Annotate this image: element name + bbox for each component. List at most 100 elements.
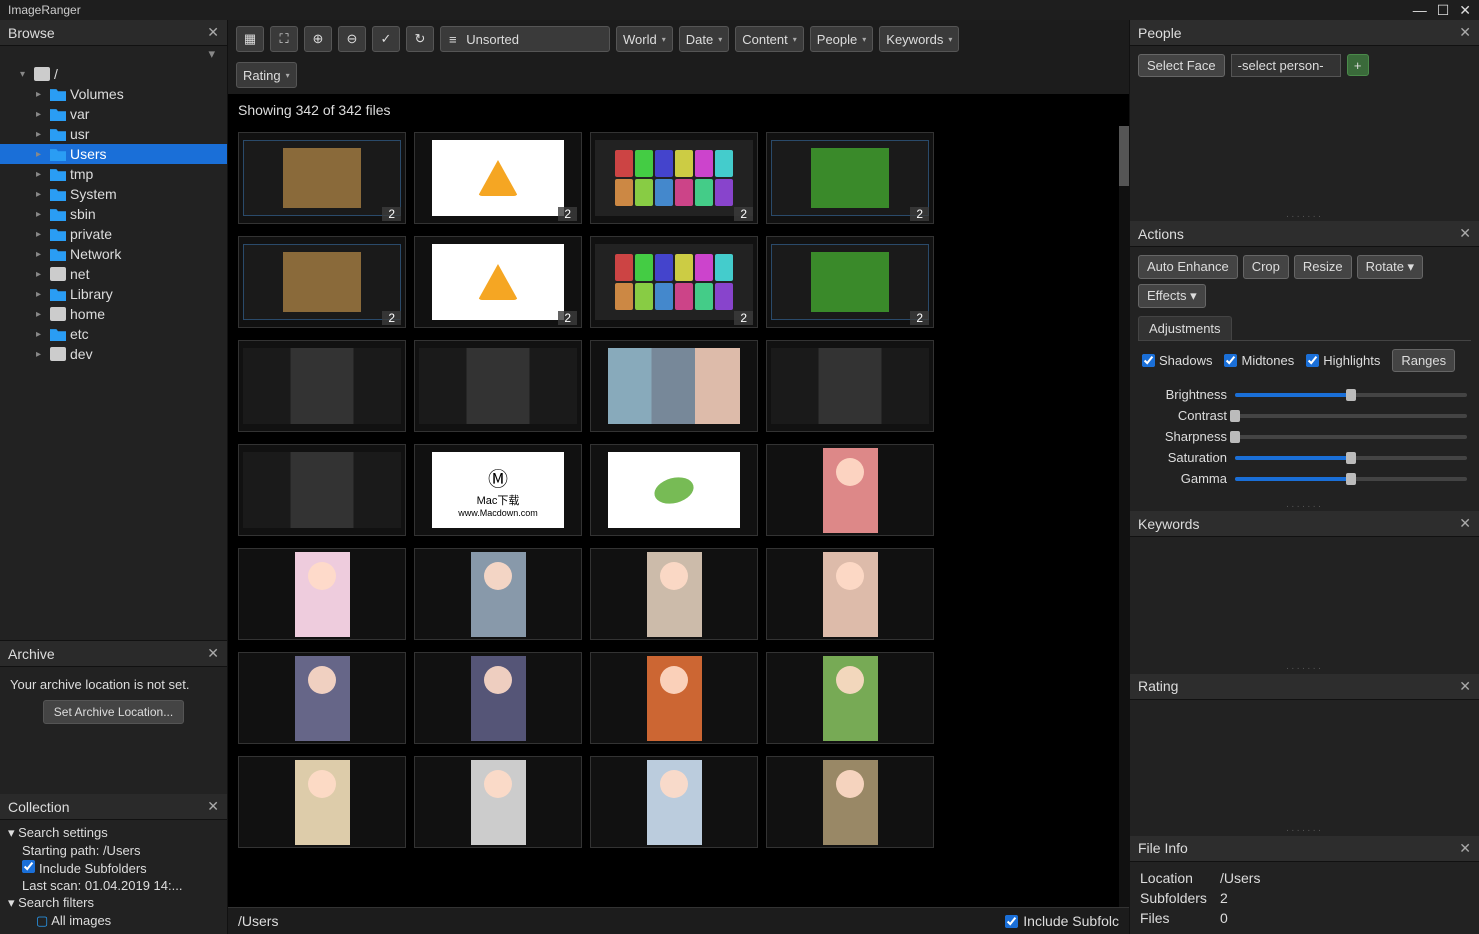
contrast-slider[interactable] bbox=[1235, 414, 1467, 418]
people-filter-dropdown[interactable]: People▾ bbox=[810, 26, 874, 52]
content-filter-dropdown[interactable]: Content▾ bbox=[735, 26, 804, 52]
tree-folder-network[interactable]: ▸ Network bbox=[0, 244, 227, 264]
thumbnail[interactable]: 2 bbox=[238, 236, 406, 328]
thumbnail[interactable] bbox=[766, 340, 934, 432]
rotate-button[interactable]: Rotate ▾ bbox=[1357, 255, 1423, 279]
thumbnail[interactable] bbox=[590, 340, 758, 432]
browse-close-icon[interactable]: ✕ bbox=[207, 24, 219, 41]
thumbnail[interactable]: 2 bbox=[238, 132, 406, 224]
add-person-button[interactable]: + bbox=[1347, 54, 1369, 76]
tree-folder-usr[interactable]: ▸ usr bbox=[0, 124, 227, 144]
close-button[interactable]: ✕ bbox=[1459, 2, 1471, 19]
brightness-slider[interactable] bbox=[1235, 393, 1467, 397]
tree-folder-etc[interactable]: ▸ etc bbox=[0, 324, 227, 344]
people-close-icon[interactable]: ✕ bbox=[1459, 24, 1471, 41]
thumbnail[interactable]: 2 bbox=[766, 132, 934, 224]
keywords-close-icon[interactable]: ✕ bbox=[1459, 515, 1471, 532]
thumbnail[interactable] bbox=[414, 756, 582, 848]
tree-folder-private[interactable]: ▸ private bbox=[0, 224, 227, 244]
tree-folder-sbin[interactable]: ▸ sbin bbox=[0, 204, 227, 224]
thumbnail[interactable] bbox=[766, 756, 934, 848]
thumbnail[interactable] bbox=[238, 652, 406, 744]
adjustments-tab[interactable]: Adjustments bbox=[1138, 316, 1232, 340]
thumbnail[interactable] bbox=[590, 444, 758, 536]
collection-close-icon[interactable]: ✕ bbox=[207, 798, 219, 815]
expand-button[interactable]: ⛶ bbox=[270, 26, 298, 52]
footer-include-subfolders[interactable]: Include Subfolc bbox=[1005, 913, 1119, 929]
midtones-check[interactable]: Midtones bbox=[1224, 353, 1294, 368]
scrollbar-thumb[interactable] bbox=[1119, 126, 1129, 186]
highlights-check[interactable]: Highlights bbox=[1306, 353, 1380, 368]
effects-button[interactable]: Effects ▾ bbox=[1138, 284, 1206, 308]
thumbnail[interactable] bbox=[766, 548, 934, 640]
all-images-row[interactable]: ▢ All images bbox=[8, 912, 219, 930]
include-subfolders-checkbox[interactable] bbox=[22, 860, 35, 873]
thumbnail[interactable] bbox=[590, 652, 758, 744]
tree-folder-net[interactable]: ▸ net bbox=[0, 264, 227, 284]
set-archive-button[interactable]: Set Archive Location... bbox=[43, 700, 184, 724]
vertical-scrollbar[interactable] bbox=[1119, 126, 1129, 907]
keywords-filter-dropdown[interactable]: Keywords▾ bbox=[879, 26, 959, 52]
check-button[interactable]: ✓ bbox=[372, 26, 400, 52]
thumbnail[interactable] bbox=[238, 340, 406, 432]
thumbnail[interactable] bbox=[590, 548, 758, 640]
drag-handle[interactable]: ······· bbox=[1130, 501, 1479, 511]
auto-enhance-button[interactable]: Auto Enhance bbox=[1138, 255, 1238, 279]
minimize-button[interactable]: — bbox=[1413, 2, 1427, 19]
footer-include-checkbox[interactable] bbox=[1005, 915, 1018, 928]
tree-folder-system[interactable]: ▸ System bbox=[0, 184, 227, 204]
thumbnail[interactable] bbox=[590, 756, 758, 848]
crop-button[interactable]: Crop bbox=[1243, 255, 1289, 279]
archive-close-icon[interactable]: ✕ bbox=[207, 645, 219, 662]
drag-handle[interactable]: ······· bbox=[1130, 211, 1479, 221]
thumbnail[interactable]: ⓂMac下载www.Macdown.com bbox=[414, 444, 582, 536]
thumbnail[interactable] bbox=[766, 652, 934, 744]
actions-close-icon[interactable]: ✕ bbox=[1459, 225, 1471, 242]
thumbnail[interactable]: 2 bbox=[766, 236, 934, 328]
tree-folder-users[interactable]: ▸ Users bbox=[0, 144, 227, 164]
search-filters-row[interactable]: ▾ Search filters bbox=[8, 894, 219, 912]
thumbnail[interactable] bbox=[238, 756, 406, 848]
gamma-slider[interactable] bbox=[1235, 477, 1467, 481]
tree-folder-var[interactable]: ▸ var bbox=[0, 104, 227, 124]
date-filter-dropdown[interactable]: Date▾ bbox=[679, 26, 729, 52]
grid-view-button[interactable]: ▦ bbox=[236, 26, 264, 52]
fileinfo-close-icon[interactable]: ✕ bbox=[1459, 840, 1471, 857]
drag-handle[interactable]: ······· bbox=[1130, 826, 1479, 836]
saturation-slider[interactable] bbox=[1235, 456, 1467, 460]
ranges-button[interactable]: Ranges bbox=[1392, 349, 1455, 372]
select-face-button[interactable]: Select Face bbox=[1138, 54, 1225, 77]
world-filter-dropdown[interactable]: World▾ bbox=[616, 26, 673, 52]
thumbnail[interactable] bbox=[766, 444, 934, 536]
zoom-in-button[interactable]: ⊕ bbox=[304, 26, 332, 52]
tree-root[interactable]: ▾ / bbox=[0, 64, 227, 84]
thumbnail[interactable] bbox=[414, 340, 582, 432]
thumbnail[interactable]: 2 bbox=[590, 236, 758, 328]
thumbnail[interactable] bbox=[238, 548, 406, 640]
tree-folder-volumes[interactable]: ▸ Volumes bbox=[0, 84, 227, 104]
search-settings-row[interactable]: ▾ Search settings bbox=[8, 824, 219, 842]
thumbnail[interactable]: 2 bbox=[590, 132, 758, 224]
tree-folder-dev[interactable]: ▸ dev bbox=[0, 344, 227, 364]
sharpness-slider[interactable] bbox=[1235, 435, 1467, 439]
thumbnail[interactable]: 2 bbox=[414, 236, 582, 328]
include-subfolders-row[interactable]: Include Subfolders bbox=[8, 859, 219, 877]
thumbnail[interactable] bbox=[238, 444, 406, 536]
tree-folder-library[interactable]: ▸ Library bbox=[0, 284, 227, 304]
tree-folder-tmp[interactable]: ▸ tmp bbox=[0, 164, 227, 184]
refresh-button[interactable]: ↻ bbox=[406, 26, 434, 52]
browse-dropdown-handle[interactable]: ▾ bbox=[0, 46, 227, 60]
thumbnail[interactable] bbox=[414, 652, 582, 744]
sort-dropdown[interactable]: ≡ Unsorted bbox=[440, 26, 610, 52]
tree-folder-home[interactable]: ▸ home bbox=[0, 304, 227, 324]
thumbnail[interactable]: 2 bbox=[414, 132, 582, 224]
maximize-button[interactable]: ☐ bbox=[1437, 2, 1450, 19]
zoom-out-button[interactable]: ⊖ bbox=[338, 26, 366, 52]
thumbnail[interactable] bbox=[414, 548, 582, 640]
drag-handle[interactable]: ······· bbox=[1130, 664, 1479, 674]
shadows-check[interactable]: Shadows bbox=[1142, 353, 1212, 368]
resize-button[interactable]: Resize bbox=[1294, 255, 1352, 279]
rating-close-icon[interactable]: ✕ bbox=[1459, 678, 1471, 695]
select-person-dropdown[interactable]: -select person- bbox=[1231, 54, 1341, 77]
rating-dropdown[interactable]: Rating▾ bbox=[236, 62, 297, 88]
